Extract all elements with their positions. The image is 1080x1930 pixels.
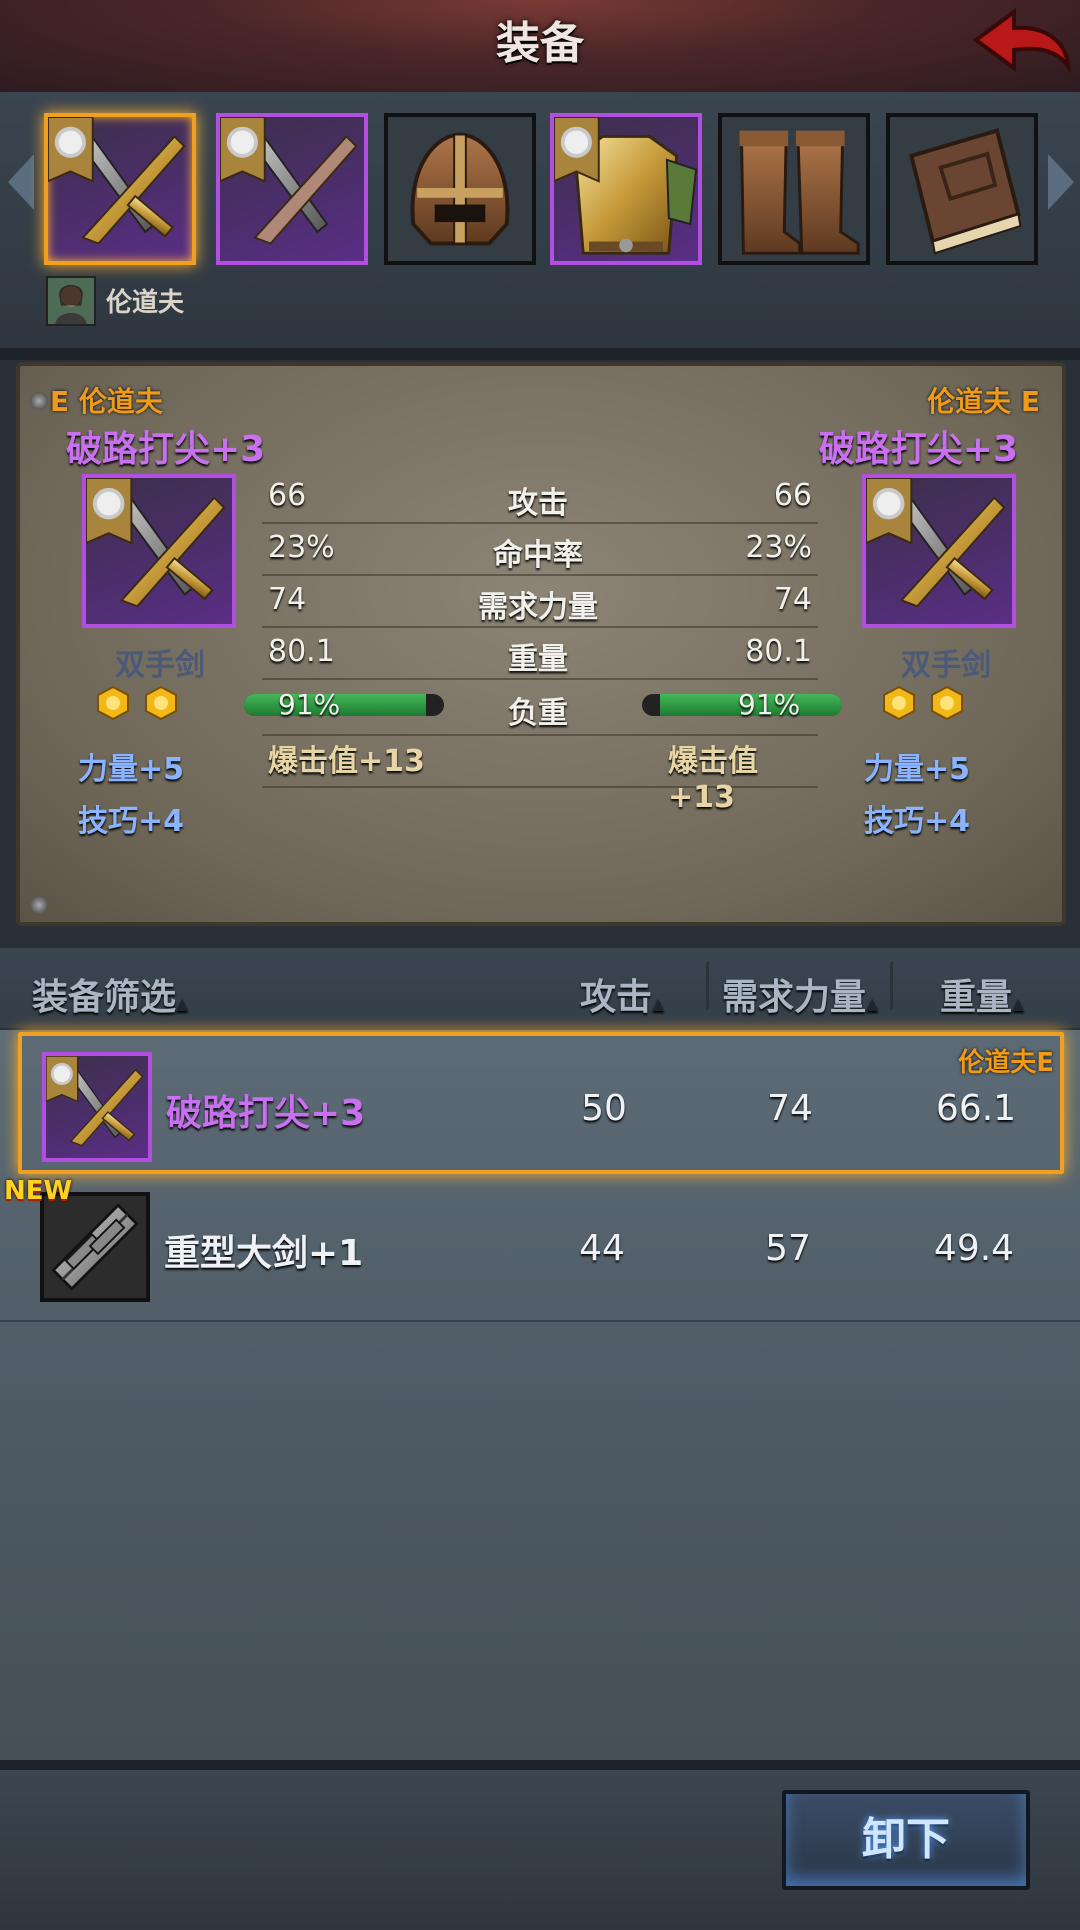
book-icon <box>890 117 1034 261</box>
row-item-icon <box>40 1192 150 1302</box>
slot-weapon-2[interactable] <box>216 113 368 265</box>
scroll-right-icon[interactable] <box>1044 150 1078 214</box>
left-item-name: 破路打尖+3 <box>66 429 266 470</box>
left-crit: 爆击值+13 <box>268 744 425 779</box>
slot-weapon-1[interactable] <box>44 113 196 265</box>
list-item-selected[interactable]: 伦道夫E 破路打尖+3 50 74 66.1 <box>18 1032 1064 1174</box>
new-badge: NEW <box>4 1176 73 1206</box>
left-item-type: 双手剑 <box>115 648 205 683</box>
left-item-icon <box>82 474 236 628</box>
left-owner-tag: E 伦道夫 <box>50 385 163 418</box>
slot-armor[interactable] <box>550 113 702 265</box>
filter-header[interactable]: 装备筛选▲ <box>32 968 188 1020</box>
left-stat-value: 66 <box>268 478 307 513</box>
character-name: 伦道夫 <box>106 288 185 318</box>
right-stat-value: 80.1 <box>745 634 812 669</box>
unequip-button[interactable]: 卸下 <box>782 1790 1030 1890</box>
stat-row: 66 攻击 66 <box>262 472 818 524</box>
row-strength: 74 <box>767 1088 813 1129</box>
stat-label: 需求力量 <box>478 590 598 625</box>
row-owner-tag: 伦道夫E <box>958 1048 1054 1078</box>
stat-row: 74 需求力量 74 <box>262 576 818 628</box>
column-divider <box>706 962 709 1010</box>
row-strength: 57 <box>765 1228 811 1269</box>
right-load-value: 91% <box>738 688 801 721</box>
character-avatar <box>46 276 96 326</box>
left-stat-value: 23% <box>268 530 335 565</box>
stat-row: 23% 命中率 23% <box>262 524 818 576</box>
attack-header[interactable]: 攻击▲ <box>580 968 664 1020</box>
right-owner-tag: 伦道夫 E <box>927 385 1040 418</box>
unequip-label: 卸下 <box>862 1814 950 1865</box>
filter-label: 装备筛选 <box>32 977 177 1018</box>
left-stat-value: 80.1 <box>268 634 335 669</box>
row-attack: 44 <box>579 1228 625 1269</box>
right-bonus: 技巧+4 <box>864 804 971 839</box>
sort-triangle-icon: ▲ <box>866 994 879 1013</box>
gem-icon <box>931 686 963 720</box>
strength-label: 需求力量 <box>722 977 867 1018</box>
row-item-icon <box>42 1052 152 1162</box>
left-stat-value: 74 <box>268 582 307 617</box>
stat-row: 80.1 重量 80.1 <box>262 628 818 680</box>
sort-triangle-icon: ▲ <box>652 994 665 1013</box>
row-weight: 66.1 <box>935 1088 1017 1129</box>
row-item-name: 破路打尖+3 <box>166 1093 366 1134</box>
greatsword-icon <box>44 1196 146 1298</box>
stat-label: 重量 <box>508 642 568 677</box>
slot-book[interactable] <box>886 113 1038 265</box>
right-bonus: 力量+5 <box>864 752 971 787</box>
gem-icon <box>145 686 177 720</box>
boots-icon <box>722 117 866 261</box>
pin-icon <box>30 896 48 914</box>
strength-header[interactable]: 需求力量▲ <box>722 968 878 1020</box>
right-stat-value: 66 <box>773 478 812 513</box>
row-attack: 50 <box>581 1088 627 1129</box>
right-item-name: 破路打尖+3 <box>818 429 1018 470</box>
back-arrow-icon[interactable] <box>968 6 1072 84</box>
sort-triangle-icon: ▲ <box>1012 994 1025 1013</box>
left-bonus: 力量+5 <box>78 752 185 787</box>
gem-icon <box>97 686 129 720</box>
sword-icon <box>86 478 227 609</box>
left-bonus: 技巧+4 <box>78 804 185 839</box>
load-row: 91% 负重 91% <box>244 680 842 736</box>
divider <box>0 348 1080 360</box>
sword-icon <box>48 117 187 246</box>
left-load-value: 91% <box>278 688 341 721</box>
right-stat-value: 74 <box>773 582 812 617</box>
right-item-type: 双手剑 <box>901 648 991 683</box>
column-divider <box>890 962 893 1010</box>
gem-icon <box>883 686 915 720</box>
row-item-name: 重型大剑+1 <box>164 1233 364 1274</box>
scroll-left-icon[interactable] <box>4 150 38 214</box>
helmet-icon <box>388 117 532 261</box>
row-weight: 49.4 <box>933 1228 1015 1269</box>
sword-icon <box>46 1056 144 1147</box>
stat-label: 命中率 <box>493 538 583 573</box>
right-crit: 爆击值+13 <box>668 744 758 815</box>
slot-boots[interactable] <box>718 113 870 265</box>
slot-helmet[interactable] <box>384 113 536 265</box>
right-stat-value: 23% <box>745 530 812 565</box>
crit-row: 爆击值+13 爆击值+13 <box>262 736 818 815</box>
page-title: 装备 <box>496 18 584 69</box>
right-item-icon <box>862 474 1016 628</box>
left-load-bar <box>244 694 444 716</box>
weight-header[interactable]: 重量▲ <box>940 968 1024 1020</box>
load-label: 负重 <box>508 696 568 731</box>
stat-label: 攻击 <box>508 486 568 521</box>
pin-icon <box>30 392 48 410</box>
sword-icon <box>220 117 358 245</box>
attack-label: 攻击 <box>580 977 653 1018</box>
sort-triangle-icon: ▲ <box>176 994 189 1013</box>
armor-icon <box>554 117 698 255</box>
weight-label: 重量 <box>940 977 1013 1018</box>
sword-icon <box>866 478 1007 609</box>
list-item[interactable]: NEW 重型大剑+1 44 57 49.4 <box>0 1176 1080 1322</box>
